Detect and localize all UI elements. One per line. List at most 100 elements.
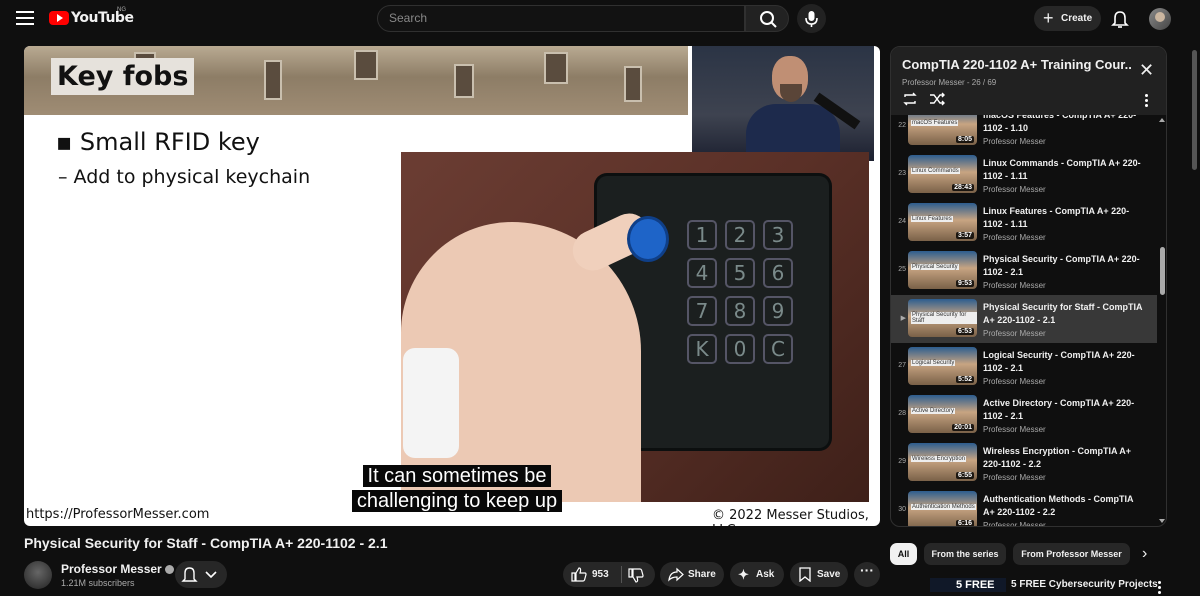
recommendation-thumbnail[interactable]: 5 FREE: [930, 578, 1006, 592]
country-code: NG: [117, 7, 126, 13]
menu-icon[interactable]: [16, 11, 34, 25]
chevron-right-icon[interactable]: ›: [1142, 546, 1147, 562]
playlist-item-thumbnail[interactable]: Logical Security 5:52: [908, 347, 977, 385]
page-scrollbar-thumb[interactable]: [1192, 50, 1197, 170]
create-button[interactable]: + Create: [1034, 6, 1101, 31]
playlist-item[interactable]: 22 macOS Features 8:05 macOS Features - Com…: [891, 115, 1157, 151]
scrollbar-thumb[interactable]: [1160, 247, 1165, 295]
duration-badge: 6:16: [955, 520, 974, 527]
page-scrollbar[interactable]: [1192, 46, 1198, 566]
playlist-item-index: ▶: [900, 315, 906, 322]
keypad-key: 8: [725, 296, 755, 326]
playlist-item[interactable]: 28 Active Directory 20:01 Active Directory …: [891, 391, 1157, 439]
playlist-scrollbar[interactable]: [1158, 115, 1166, 526]
subscription-bell-button[interactable]: [175, 561, 227, 588]
playlist-item[interactable]: 25 Physical Security 9:53 Physical Security…: [891, 247, 1157, 295]
thumbnail-label: Linux Commands: [911, 168, 960, 174]
keypad-key: 9: [763, 296, 793, 326]
playlist-item-thumbnail[interactable]: Linux Commands 28:43: [908, 155, 977, 193]
play-logo-icon: [49, 11, 69, 25]
playlist-menu-icon[interactable]: [1145, 94, 1149, 109]
thumbnail-label: Active Directory: [911, 408, 956, 414]
mic-icon: [805, 11, 818, 27]
playlist-item-thumbnail[interactable]: Active Directory 20:01: [908, 395, 977, 433]
playlist-item-title[interactable]: Linux Features - CompTIA A+ 220-1102 - 1…: [983, 205, 1147, 231]
playlist-item-title[interactable]: Linux Commands - CompTIA A+ 220-1102 - 1…: [983, 157, 1147, 183]
keypad-key: 3: [763, 220, 793, 250]
notifications-button[interactable]: [1109, 9, 1131, 29]
keypad-key: C: [763, 334, 793, 364]
playlist-item[interactable]: 27 Logical Security 5:52 Logical Security -…: [891, 343, 1157, 391]
slide-bullet-2: – Add to physical keychain: [58, 166, 311, 188]
playlist-item-index: 29: [898, 458, 906, 465]
share-button[interactable]: Share: [660, 562, 724, 587]
video-player[interactable]: Key fobs ▪ Small RFID key – Add to physi…: [24, 46, 880, 526]
chip-from-professor-messer[interactable]: From Professor Messer: [1013, 543, 1130, 565]
playlist-item-title[interactable]: Authentication Methods - CompTIA A+ 220-…: [983, 493, 1147, 519]
ask-button[interactable]: ✦ Ask: [730, 562, 784, 587]
channel-name[interactable]: Professor Messer: [61, 562, 174, 576]
chip-from-the-series[interactable]: From the series: [924, 543, 1006, 565]
playlist-item-title[interactable]: Wireless Encryption - CompTIA A+ 220-110…: [983, 445, 1147, 471]
recommendation-title[interactable]: 5 FREE Cybersecurity Projects: [1011, 579, 1158, 590]
playlist-item-title[interactable]: Physical Security - CompTIA A+ 220-1102 …: [983, 253, 1147, 279]
duration-badge: 28:43: [952, 184, 974, 191]
playlist-item[interactable]: 23 Linux Commands 28:43 Linux Commands - Co…: [891, 151, 1157, 199]
playlist-item-index: 25: [898, 266, 906, 273]
keypad-key: 5: [725, 258, 755, 288]
close-icon[interactable]: ✕: [1139, 61, 1154, 79]
shuffle-icon[interactable]: [929, 92, 945, 106]
playlist-item-title[interactable]: Physical Security for Staff - CompTIA A+…: [983, 301, 1147, 327]
keypad-photo: 123 456 789 K0C: [401, 152, 869, 502]
playlist-item-channel: Professor Messer: [983, 425, 1046, 434]
playlist-item[interactable]: ▶ Physical Security for Staff 6:53 Physical…: [891, 295, 1157, 343]
playlist-item[interactable]: 29 Wireless Encryption 6:55 Wireless Encryp…: [891, 439, 1157, 487]
thumbnail-label: Logical Security: [911, 360, 956, 366]
playlist-item-title[interactable]: macOS Features - CompTIA A+ 220-1102 - 1…: [983, 115, 1147, 135]
playlist-title[interactable]: CompTIA 220-1102 A+ Training Cour...: [902, 57, 1132, 72]
playlist-item-channel: Professor Messer: [983, 281, 1046, 290]
keypad-key: K: [687, 334, 717, 364]
playlist-item-channel: Professor Messer: [983, 233, 1046, 242]
voice-search-button[interactable]: [797, 4, 826, 33]
recommendation-menu-icon[interactable]: [1158, 581, 1162, 596]
scroll-up-icon[interactable]: [1159, 118, 1165, 122]
playlist-item-thumbnail[interactable]: Wireless Encryption 6:55: [908, 443, 977, 481]
more-actions-button[interactable]: ···: [854, 562, 880, 587]
playlist-item-title[interactable]: Logical Security - CompTIA A+ 220-1102 -…: [983, 349, 1147, 375]
playlist-item-thumbnail[interactable]: macOS Features 8:05: [908, 115, 977, 145]
like-dislike-group: 953: [563, 562, 655, 587]
playlist-item-channel: Professor Messer: [983, 473, 1046, 482]
thumbnail-label: Wireless Encryption: [911, 456, 967, 462]
ask-label: Ask: [756, 569, 775, 580]
verified-icon: [164, 565, 174, 575]
like-count[interactable]: 953: [592, 562, 609, 587]
scroll-down-icon[interactable]: [1159, 519, 1165, 523]
playlist-item-thumbnail[interactable]: Physical Security for Staff 6:53: [908, 299, 977, 337]
video-title: Physical Security for Staff - CompTIA A+…: [24, 535, 388, 551]
subscriber-count: 1.21M subscribers: [61, 578, 135, 588]
chip-all[interactable]: All: [890, 543, 917, 565]
playlist-item-index: 24: [898, 218, 906, 225]
account-avatar[interactable]: [1149, 8, 1171, 30]
playlist-item[interactable]: 30 Authentication Methods 6:16 Authenticati…: [891, 487, 1157, 527]
thumbs-up-icon[interactable]: [571, 567, 587, 582]
playlist-item-index: 23: [898, 170, 906, 177]
playlist-item-thumbnail[interactable]: Linux Features 3:57: [908, 203, 977, 241]
loop-icon[interactable]: [902, 92, 918, 106]
save-button[interactable]: Save: [790, 562, 848, 587]
plus-icon: +: [1043, 8, 1054, 28]
search-input[interactable]: Search: [377, 5, 745, 32]
thumbs-down-icon[interactable]: [628, 568, 644, 583]
playlist-item[interactable]: 24 Linux Features 3:57 Linux Features - Com…: [891, 199, 1157, 247]
top-bar: YouTube NG Search + Create: [0, 0, 1200, 38]
search-button[interactable]: [745, 5, 789, 32]
share-label: Share: [688, 569, 716, 580]
playlist-item-title[interactable]: Active Directory - CompTIA A+ 220-1102 -…: [983, 397, 1147, 423]
playlist-item-thumbnail[interactable]: Physical Security 9:53: [908, 251, 977, 289]
playlist-item-thumbnail[interactable]: Authentication Methods 6:16: [908, 491, 977, 527]
channel-avatar[interactable]: [24, 561, 52, 589]
playlist-item-index: 27: [898, 362, 906, 369]
bell-icon: [1111, 11, 1129, 28]
playlist-item-index: 28: [898, 410, 906, 417]
